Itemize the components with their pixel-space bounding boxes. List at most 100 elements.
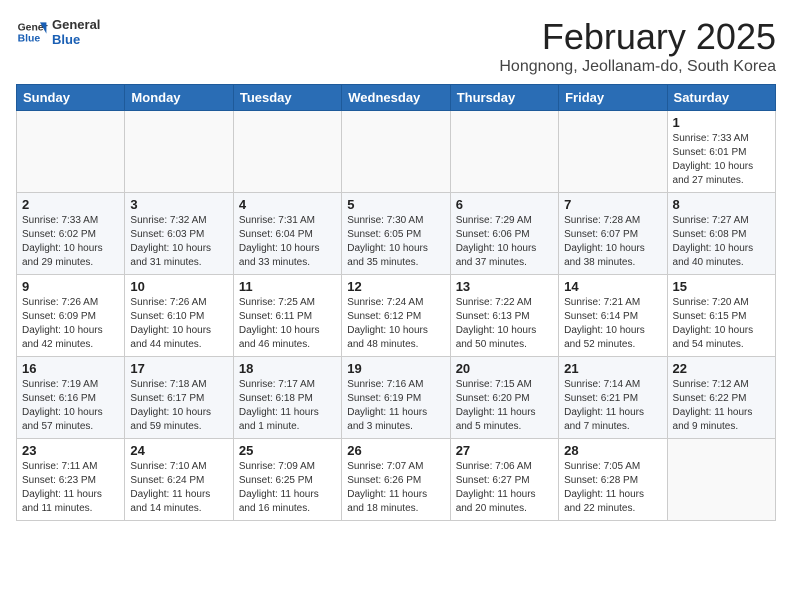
calendar-subtitle: Hongnong, Jeollanam-do, South Korea	[499, 58, 776, 76]
calendar-cell: 5 Sunrise: 7:30 AM Sunset: 6:05 PM Daylig…	[342, 193, 450, 275]
day-number: 8	[673, 197, 770, 212]
calendar-cell: 18 Sunrise: 7:17 AM Sunset: 6:18 PM Dayli…	[233, 357, 341, 439]
calendar-cell	[125, 111, 233, 193]
calendar-cell: 21Sunrise: 7:14 AM Sunset: 6:21 PM Dayli…	[559, 357, 667, 439]
day-number: 1	[673, 115, 770, 130]
calendar-week-row: 1Sunrise: 7:33 AM Sunset: 6:01 PM Daylig…	[17, 111, 776, 193]
weekday-header-thursday: Thursday	[450, 85, 558, 111]
day-number: 6	[456, 197, 553, 212]
day-number: 4	[239, 197, 336, 212]
calendar-table: SundayMondayTuesdayWednesdayThursdayFrid…	[16, 84, 776, 521]
day-number: 17	[130, 361, 227, 376]
calendar-cell: 26 Sunrise: 7:07 AM Sunset: 6:26 PM Dayli…	[342, 439, 450, 521]
day-info: Sunrise: 7:32 AM Sunset: 6:03 PM Dayligh…	[130, 214, 227, 270]
calendar-cell: 12 Sunrise: 7:24 AM Sunset: 6:12 PM Dayli…	[342, 275, 450, 357]
calendar-cell	[559, 111, 667, 193]
day-number: 27	[456, 443, 553, 458]
day-info: Sunrise: 7:18 AM Sunset: 6:17 PM Dayligh…	[130, 378, 227, 434]
calendar-cell: 9Sunrise: 7:26 AM Sunset: 6:09 PM Daylig…	[17, 275, 125, 357]
day-info: Sunrise: 7:20 AM Sunset: 6:15 PM Dayligh…	[673, 296, 770, 352]
day-info: Sunrise: 7:21 AM Sunset: 6:14 PM Dayligh…	[564, 296, 661, 352]
calendar-week-row: 23 Sunrise: 7:11 AM Sunset: 6:23 PM Dayli…	[17, 439, 776, 521]
calendar-cell: 7Sunrise: 7:28 AM Sunset: 6:07 PM Daylig…	[559, 193, 667, 275]
calendar-cell: 4 Sunrise: 7:31 AM Sunset: 6:04 PM Daylig…	[233, 193, 341, 275]
day-number: 21	[564, 361, 661, 376]
calendar-cell: 17 Sunrise: 7:18 AM Sunset: 6:17 PM Dayli…	[125, 357, 233, 439]
page-header: General Blue General Blue February 2025 …	[16, 16, 776, 76]
day-info: Sunrise: 7:22 AM Sunset: 6:13 PM Dayligh…	[456, 296, 553, 352]
day-number: 12	[347, 279, 444, 294]
day-info: Sunrise: 7:06 AM Sunset: 6:27 PM Dayligh…	[456, 460, 553, 516]
day-number: 18	[239, 361, 336, 376]
day-info: Sunrise: 7:30 AM Sunset: 6:05 PM Dayligh…	[347, 214, 444, 270]
day-info: Sunrise: 7:31 AM Sunset: 6:04 PM Dayligh…	[239, 214, 336, 270]
logo: General Blue General Blue	[16, 16, 100, 48]
day-info: Sunrise: 7:24 AM Sunset: 6:12 PM Dayligh…	[347, 296, 444, 352]
logo-icon: General Blue	[16, 16, 48, 48]
calendar-cell: 10Sunrise: 7:26 AM Sunset: 6:10 PM Dayli…	[125, 275, 233, 357]
calendar-cell: 8 Sunrise: 7:27 AM Sunset: 6:08 PM Daylig…	[667, 193, 775, 275]
calendar-cell: 11 Sunrise: 7:25 AM Sunset: 6:11 PM Dayli…	[233, 275, 341, 357]
day-info: Sunrise: 7:05 AM Sunset: 6:28 PM Dayligh…	[564, 460, 661, 516]
calendar-cell: 27 Sunrise: 7:06 AM Sunset: 6:27 PM Dayli…	[450, 439, 558, 521]
calendar-cell: 15 Sunrise: 7:20 AM Sunset: 6:15 PM Dayli…	[667, 275, 775, 357]
calendar-cell: 24 Sunrise: 7:10 AM Sunset: 6:24 PM Dayli…	[125, 439, 233, 521]
day-number: 24	[130, 443, 227, 458]
day-info: Sunrise: 7:16 AM Sunset: 6:19 PM Dayligh…	[347, 378, 444, 434]
calendar-cell: 20 Sunrise: 7:15 AM Sunset: 6:20 PM Dayli…	[450, 357, 558, 439]
calendar-cell: 28 Sunrise: 7:05 AM Sunset: 6:28 PM Dayli…	[559, 439, 667, 521]
weekday-header-saturday: Saturday	[667, 85, 775, 111]
calendar-cell: 16Sunrise: 7:19 AM Sunset: 6:16 PM Dayli…	[17, 357, 125, 439]
day-number: 19	[347, 361, 444, 376]
day-number: 2	[22, 197, 119, 212]
day-info: Sunrise: 7:33 AM Sunset: 6:02 PM Dayligh…	[22, 214, 119, 270]
calendar-cell	[342, 111, 450, 193]
calendar-week-row: 2 Sunrise: 7:33 AM Sunset: 6:02 PM Daylig…	[17, 193, 776, 275]
weekday-header-sunday: Sunday	[17, 85, 125, 111]
day-info: Sunrise: 7:11 AM Sunset: 6:23 PM Dayligh…	[22, 460, 119, 516]
day-info: Sunrise: 7:09 AM Sunset: 6:25 PM Dayligh…	[239, 460, 336, 516]
calendar-cell: 1Sunrise: 7:33 AM Sunset: 6:01 PM Daylig…	[667, 111, 775, 193]
calendar-cell: 22 Sunrise: 7:12 AM Sunset: 6:22 PM Dayli…	[667, 357, 775, 439]
day-number: 14	[564, 279, 661, 294]
day-number: 5	[347, 197, 444, 212]
calendar-cell	[450, 111, 558, 193]
day-number: 28	[564, 443, 661, 458]
day-number: 3	[130, 197, 227, 212]
weekday-header-wednesday: Wednesday	[342, 85, 450, 111]
day-info: Sunrise: 7:15 AM Sunset: 6:20 PM Dayligh…	[456, 378, 553, 434]
calendar-cell: 6Sunrise: 7:29 AM Sunset: 6:06 PM Daylig…	[450, 193, 558, 275]
day-info: Sunrise: 7:12 AM Sunset: 6:22 PM Dayligh…	[673, 378, 770, 434]
weekday-header-friday: Friday	[559, 85, 667, 111]
day-number: 22	[673, 361, 770, 376]
calendar-cell	[17, 111, 125, 193]
calendar-cell: 2 Sunrise: 7:33 AM Sunset: 6:02 PM Daylig…	[17, 193, 125, 275]
day-number: 23	[22, 443, 119, 458]
day-info: Sunrise: 7:07 AM Sunset: 6:26 PM Dayligh…	[347, 460, 444, 516]
calendar-title: February 2025	[499, 16, 776, 58]
day-number: 11	[239, 279, 336, 294]
day-info: Sunrise: 7:10 AM Sunset: 6:24 PM Dayligh…	[130, 460, 227, 516]
day-number: 16	[22, 361, 119, 376]
day-number: 20	[456, 361, 553, 376]
calendar-week-row: 16Sunrise: 7:19 AM Sunset: 6:16 PM Dayli…	[17, 357, 776, 439]
calendar-cell	[233, 111, 341, 193]
day-number: 26	[347, 443, 444, 458]
day-number: 25	[239, 443, 336, 458]
weekday-header-row: SundayMondayTuesdayWednesdayThursdayFrid…	[17, 85, 776, 111]
title-block: February 2025 Hongnong, Jeollanam-do, So…	[499, 16, 776, 76]
calendar-cell: 25 Sunrise: 7:09 AM Sunset: 6:25 PM Dayli…	[233, 439, 341, 521]
day-number: 7	[564, 197, 661, 212]
day-info: Sunrise: 7:17 AM Sunset: 6:18 PM Dayligh…	[239, 378, 336, 434]
calendar-cell: 19 Sunrise: 7:16 AM Sunset: 6:19 PM Dayli…	[342, 357, 450, 439]
day-info: Sunrise: 7:26 AM Sunset: 6:09 PM Dayligh…	[22, 296, 119, 352]
day-info: Sunrise: 7:27 AM Sunset: 6:08 PM Dayligh…	[673, 214, 770, 270]
calendar-week-row: 9Sunrise: 7:26 AM Sunset: 6:09 PM Daylig…	[17, 275, 776, 357]
calendar-cell	[667, 439, 775, 521]
day-info: Sunrise: 7:25 AM Sunset: 6:11 PM Dayligh…	[239, 296, 336, 352]
day-number: 15	[673, 279, 770, 294]
calendar-cell: 23 Sunrise: 7:11 AM Sunset: 6:23 PM Dayli…	[17, 439, 125, 521]
weekday-header-tuesday: Tuesday	[233, 85, 341, 111]
day-info: Sunrise: 7:26 AM Sunset: 6:10 PM Dayligh…	[130, 296, 227, 352]
day-number: 13	[456, 279, 553, 294]
